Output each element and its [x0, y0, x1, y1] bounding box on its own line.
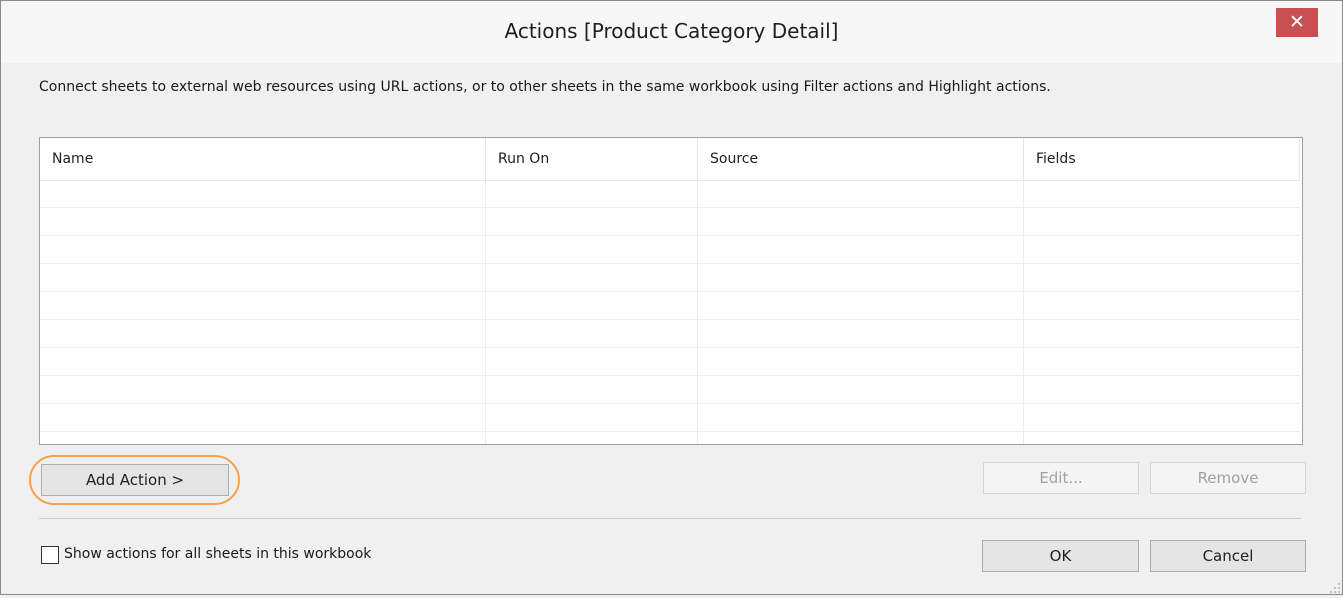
dialog-description: Connect sheets to external web resources…	[39, 79, 1051, 95]
show-all-sheets-checkbox[interactable]	[41, 546, 59, 564]
column-divider	[697, 180, 698, 444]
table-row	[40, 404, 1300, 432]
resize-grip-icon[interactable]	[1329, 579, 1341, 593]
column-header-name[interactable]: Name	[40, 138, 486, 180]
column-divider	[1023, 180, 1024, 444]
remove-button[interactable]: Remove	[1150, 462, 1306, 494]
close-button[interactable]: ✕	[1276, 8, 1318, 37]
table-row	[40, 292, 1300, 320]
table-row	[40, 208, 1300, 236]
add-action-button[interactable]: Add Action >	[41, 464, 229, 496]
column-divider	[485, 180, 486, 444]
show-all-sheets-label[interactable]: Show actions for all sheets in this work…	[64, 546, 371, 562]
divider	[39, 518, 1301, 519]
title-bar[interactable]: Actions [Product Category Detail] ✕	[1, 1, 1342, 63]
table-row	[40, 320, 1300, 348]
column-header-fields[interactable]: Fields	[1024, 138, 1300, 180]
table-row	[40, 264, 1300, 292]
edit-button[interactable]: Edit...	[983, 462, 1139, 494]
table-row	[40, 348, 1300, 376]
table-row	[40, 180, 1300, 208]
close-icon: ✕	[1289, 11, 1305, 33]
ok-button[interactable]: OK	[982, 540, 1139, 572]
column-header-source[interactable]: Source	[698, 138, 1024, 180]
table-header: Name Run On Source Fields	[40, 138, 1300, 181]
dialog-title: Actions [Product Category Detail]	[504, 19, 839, 43]
column-header-run-on[interactable]: Run On	[486, 138, 698, 180]
table-row	[40, 376, 1300, 404]
actions-dialog: Actions [Product Category Detail] ✕ Conn…	[0, 0, 1343, 595]
actions-table[interactable]: Name Run On Source Fields	[39, 137, 1303, 445]
cancel-button[interactable]: Cancel	[1150, 540, 1306, 572]
table-row	[40, 236, 1300, 264]
